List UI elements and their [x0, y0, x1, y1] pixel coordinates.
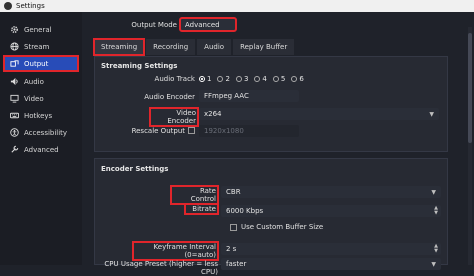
spinner-arrows-icon[interactable]: ▲ ▼ — [434, 244, 438, 254]
video-encoder-label: Video Encoder — [149, 107, 199, 127]
radio-label: 4 — [262, 75, 267, 83]
window-title: Settings — [16, 2, 45, 10]
sidebar-item-output[interactable]: Output — [3, 55, 79, 72]
cpu-preset-label: CPU Usage Preset (higher = less CPU) — [104, 260, 218, 276]
radio-dot — [272, 76, 279, 82]
tab-label: Audio — [204, 43, 225, 51]
keyframe-interval-input[interactable]: 2 s ▲ ▼ — [221, 243, 441, 255]
rescale-output-value: 1920x1080 — [204, 127, 244, 135]
output-mode-label: Output Mode — [131, 21, 177, 29]
radio-label: 3 — [243, 75, 249, 83]
keyboard-icon — [9, 111, 19, 121]
audio-track-radio-1[interactable]: 1 — [199, 75, 211, 83]
audio-encoder-select[interactable]: FFmpeg AAC — [199, 90, 299, 102]
sidebar-item-accessibility[interactable]: Accessibility — [4, 125, 78, 140]
tab-replay-buffer[interactable]: Replay Buffer — [233, 39, 295, 55]
sidebar-item-label: Stream — [24, 42, 50, 51]
sidebar-item-label: Hotkeys — [24, 111, 53, 120]
bitrate-input[interactable]: 6000 Kbps ▲ ▼ — [221, 205, 441, 217]
speaker-icon — [9, 77, 19, 87]
chevron-down-icon: ▼ — [431, 260, 436, 268]
audio-track-radio-2[interactable]: 2 — [217, 75, 230, 83]
spinner-arrows-icon[interactable]: ▲ ▼ — [434, 206, 438, 216]
audio-track-radio-4[interactable]: 4 — [254, 75, 267, 83]
sidebar: General Stream Output Audio Video Hotkey… — [0, 12, 82, 265]
sidebar-item-audio[interactable]: Audio — [4, 74, 78, 89]
wrench-icon — [9, 145, 19, 155]
radio-dot — [254, 76, 261, 82]
tab-label: Streaming — [101, 43, 138, 51]
output-tabs: Streaming Recording Audio Replay Buffer — [92, 38, 296, 56]
sidebar-item-label: Accessibility — [24, 128, 68, 137]
cpu-preset-select[interactable]: faster ▼ — [221, 258, 441, 270]
sidebar-item-label: General — [24, 25, 52, 34]
radio-dot — [199, 76, 205, 82]
video-encoder-value: x264 — [204, 110, 222, 118]
rate-control-label: Rate Control — [170, 185, 219, 205]
tab-label: Replay Buffer — [240, 43, 288, 51]
streaming-settings-panel: Streaming Settings Audio Track 1 2 3 4 5… — [94, 56, 448, 152]
bitrate-label: Bitrate — [184, 203, 219, 215]
scrollbar-thumb[interactable] — [468, 33, 472, 143]
tab-audio[interactable]: Audio — [197, 39, 232, 55]
accessibility-icon — [9, 128, 19, 138]
tab-label: Recording — [153, 43, 189, 51]
radio-label: 1 — [207, 75, 212, 83]
audio-encoder-label: Audio Encoder — [144, 93, 195, 101]
spinner-down-icon[interactable]: ▼ — [434, 249, 438, 254]
tab-streaming[interactable]: Streaming — [92, 38, 146, 56]
audio-track-radio-5[interactable]: 5 — [272, 75, 286, 83]
rescale-output-checkbox[interactable] — [188, 127, 195, 134]
radio-dot — [235, 76, 242, 82]
radio-label: 6 — [299, 75, 304, 83]
sidebar-item-stream[interactable]: Stream — [4, 39, 78, 54]
audio-track-radio-6[interactable]: 6 — [291, 75, 304, 83]
audio-encoder-value: FFmpeg AAC — [204, 92, 249, 100]
vertical-scrollbar[interactable] — [468, 27, 472, 265]
sidebar-item-label: Output — [24, 59, 49, 68]
output-mode-value: Advanced — [185, 20, 220, 29]
output-mode-select[interactable]: Advanced — [179, 17, 237, 32]
keyframe-interval-label: Keyframe Interval (0=auto) — [132, 241, 219, 261]
sidebar-item-label: Audio — [24, 77, 44, 86]
sidebar-item-label: Video — [24, 94, 44, 103]
obs-logo-icon — [4, 2, 12, 10]
custom-buffer-checkbox[interactable] — [230, 224, 237, 231]
sidebar-item-hotkeys[interactable]: Hotkeys — [4, 108, 78, 123]
output-icon — [9, 59, 19, 69]
radio-label: 5 — [280, 75, 286, 83]
audio-track-radio-3[interactable]: 3 — [235, 75, 249, 83]
radio-dot — [217, 76, 224, 82]
rescale-output-label: Rescale Output — [131, 127, 185, 135]
monitor-icon — [9, 94, 19, 104]
radio-label: 2 — [225, 75, 230, 83]
rescale-output-select[interactable]: 1920x1080 — [199, 125, 299, 137]
audio-track-radios: 1 2 3 4 5 6 — [199, 75, 310, 83]
chevron-down-icon: ▼ — [431, 188, 436, 196]
gear-icon — [9, 25, 19, 35]
rate-control-value: CBR — [226, 188, 241, 196]
custom-buffer-label: Use Custom Buffer Size — [241, 223, 324, 231]
tab-recording[interactable]: Recording — [146, 39, 196, 55]
sidebar-item-label: Advanced — [24, 145, 59, 154]
rate-control-select[interactable]: CBR ▼ — [221, 186, 441, 198]
bitrate-value: 6000 Kbps — [226, 207, 264, 215]
sidebar-item-advanced[interactable]: Advanced — [4, 142, 78, 157]
spinner-down-icon[interactable]: ▼ — [434, 211, 438, 216]
cpu-preset-value: faster — [226, 260, 247, 268]
keyframe-interval-value: 2 s — [226, 245, 237, 253]
video-encoder-select[interactable]: x264 ▼ — [199, 108, 439, 120]
title-bar: Settings — [0, 0, 474, 12]
chevron-down-icon: ▼ — [429, 110, 434, 118]
main-panel: Output Mode Advanced Streaming Recording… — [82, 12, 474, 276]
sidebar-item-video[interactable]: Video — [4, 91, 78, 106]
audio-track-label: Audio Track — [154, 75, 195, 83]
radio-dot — [291, 76, 298, 82]
sidebar-item-general[interactable]: General — [4, 22, 78, 37]
globe-icon — [9, 42, 19, 52]
streaming-settings-title: Streaming Settings — [101, 62, 178, 70]
encoder-settings-panel: Encoder Settings Rate Control CBR ▼ Bitr… — [94, 158, 448, 276]
encoder-settings-title: Encoder Settings — [101, 165, 169, 173]
